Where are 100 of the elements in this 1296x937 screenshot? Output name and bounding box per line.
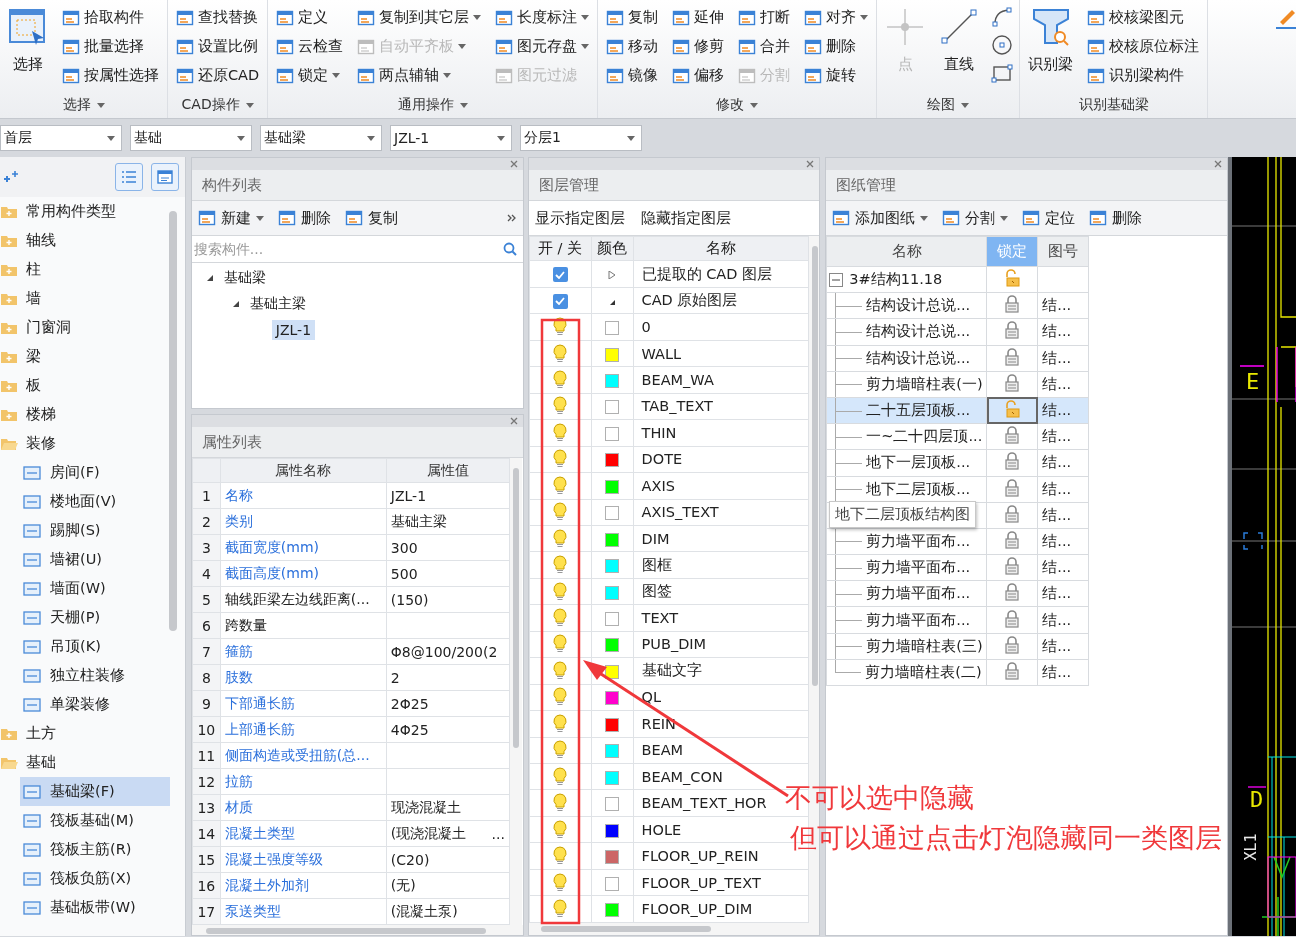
dropdown-field[interactable]: 基础梁 [260,125,382,151]
collapse-icon[interactable] [829,272,844,287]
scrollbar[interactable] [811,246,818,686]
tree-item[interactable]: 基础板带(W) [20,893,144,922]
tool-button[interactable]: 按属性选择 [60,61,161,90]
bulb-icon[interactable] [553,396,568,417]
lock-icon[interactable] [1004,321,1021,340]
toolbar-button[interactable]: 隐藏指定图层 [640,208,731,228]
tool-button[interactable]: 校核梁图元 [1085,3,1202,32]
group-menu-button[interactable]: 选择 [62,92,105,118]
color-swatch[interactable] [605,347,620,362]
tool-button[interactable]: 合并 [736,32,793,61]
toolbar-button[interactable]: 新建 [197,208,264,228]
bulb-icon[interactable] [553,555,568,576]
color-swatch[interactable] [605,479,620,494]
close-icon[interactable] [806,160,815,168]
bulb-icon[interactable] [553,766,568,787]
bulb-icon[interactable] [553,634,568,655]
tool-button[interactable]: 云检查 [274,32,346,61]
tree-item[interactable]: 独立柱装修 [20,661,133,690]
tree-item[interactable]: 吊顶(K) [20,632,109,661]
tool-button[interactable]: 图元存盘 [493,32,592,61]
expand-icon[interactable] [205,274,214,282]
bulb-icon[interactable] [553,422,568,443]
lock-icon[interactable] [1004,400,1021,419]
color-swatch[interactable] [605,506,620,521]
color-swatch[interactable] [605,638,620,653]
bulb-icon[interactable] [553,317,568,338]
column-header[interactable]: 属性名称 [220,458,387,483]
close-icon[interactable] [1214,160,1222,168]
color-swatch[interactable] [605,823,620,838]
color-swatch[interactable] [605,664,620,679]
toolbar-button[interactable]: 定位 [1022,208,1076,228]
bulb-icon[interactable] [553,475,568,496]
large-tool-button[interactable]: 选择 [6,3,50,78]
circle-icon[interactable] [991,34,1014,56]
tree-item[interactable]: 装修 [0,429,64,458]
dropdown-field[interactable]: 分层1 [520,125,642,151]
bulb-icon[interactable] [553,581,568,602]
tree-item[interactable]: 楼梯 [0,400,64,429]
color-swatch[interactable] [605,373,620,388]
lock-icon[interactable] [1004,583,1021,602]
dropdown-field[interactable]: 首层 [0,125,122,151]
tool-button[interactable]: 移动 [604,32,661,61]
tool-button[interactable]: 校核原位标注 [1085,32,1202,61]
tree-item[interactable]: 单梁装修 [20,690,118,719]
lock-icon[interactable] [1004,347,1021,366]
tool-button[interactable]: 长度标注 [493,3,592,32]
column-header[interactable]: 开 / 关 [529,236,592,261]
bulb-icon[interactable] [553,713,568,734]
color-swatch[interactable] [605,612,620,627]
more-button[interactable]: ... [491,825,505,842]
toolbar-button[interactable]: 添加图纸 [832,208,929,228]
bulb-icon[interactable] [553,740,568,761]
bulb-icon[interactable] [553,528,568,549]
tree-item[interactable]: 土方 [0,719,64,748]
tool-button[interactable]: 打断 [736,3,793,32]
bulb-icon[interactable] [553,872,568,893]
color-swatch[interactable] [605,453,620,468]
bulb-icon[interactable] [553,608,568,629]
lock-icon[interactable] [1004,635,1021,654]
scrollbar[interactable] [168,211,177,631]
color-swatch[interactable] [605,797,620,812]
lock-icon[interactable] [1004,530,1021,549]
rectangle-icon[interactable] [991,62,1014,84]
lock-icon[interactable] [1004,269,1021,288]
tree-item[interactable]: 基础主梁 [245,293,310,315]
group-menu-button[interactable]: 通用操作 [397,92,468,118]
tool-button[interactable]: 锁定 [274,61,346,90]
dropdown-field[interactable]: 基础 [130,125,252,151]
bulb-icon[interactable] [553,369,568,390]
tree-item[interactable]: 踢脚(S) [20,516,109,545]
tree-item[interactable]: 墙 [0,284,49,313]
tool-button[interactable]: 定义 [274,3,346,32]
close-icon[interactable] [509,160,518,168]
color-swatch[interactable] [605,744,620,759]
tree-item[interactable]: 基础梁(F) [20,777,170,806]
tree-item[interactable]: 筏板基础(M) [20,806,142,835]
color-swatch[interactable] [605,559,620,574]
column-header[interactable]: 名称 [633,236,809,261]
column-header[interactable]: 属性值 [386,458,510,483]
bulb-icon[interactable] [553,687,568,708]
tool-button[interactable]: 复制 [604,3,661,32]
tool-button[interactable]: 镜像 [604,61,661,90]
toolbar-button[interactable]: 删除 [277,208,331,228]
checkbox[interactable] [552,293,568,309]
scrollbar[interactable] [512,468,519,748]
color-swatch[interactable] [605,426,620,441]
tool-button[interactable]: 偏移 [670,61,727,90]
tree-item[interactable]: 墙裙(U) [20,545,110,574]
tool-button[interactable]: 旋转 [802,61,871,90]
chevron-icon[interactable] [506,214,517,222]
large-tool-button[interactable]: 直线 [937,3,982,78]
tree-item[interactable]: 房间(F) [20,458,108,487]
tree-item[interactable]: 轴线 [0,226,64,255]
group-menu-button[interactable]: CAD操作 [181,92,254,118]
search-icon[interactable] [502,242,517,256]
tool-button[interactable]: 对齐 [802,3,871,32]
tree-item[interactable]: 柱 [0,255,49,284]
bulb-icon[interactable] [553,819,568,840]
